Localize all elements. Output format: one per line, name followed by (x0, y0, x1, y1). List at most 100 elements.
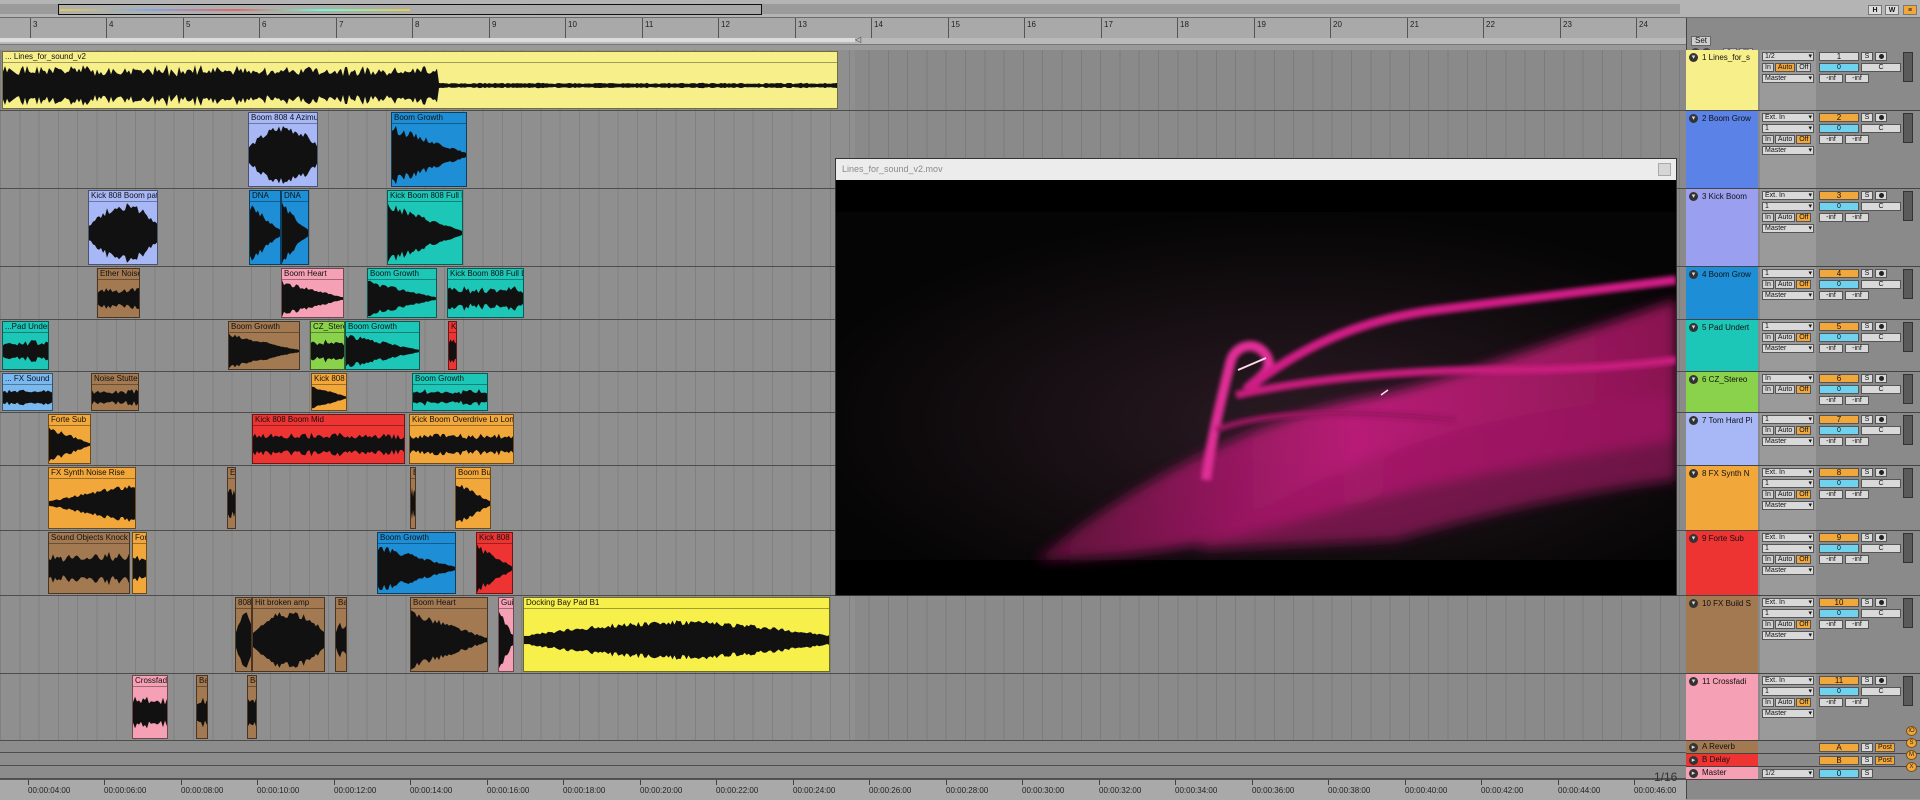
fold-icon[interactable]: ▾ (1689, 53, 1698, 62)
track-activator-button[interactable]: 5 (1819, 322, 1859, 331)
audio-clip[interactable]: Gui (498, 597, 514, 672)
input-type-select[interactable]: 1 (1762, 322, 1814, 331)
audio-clip[interactable]: FX Synth Noise Rise (48, 467, 136, 529)
track-name[interactable]: 6 CZ_Stereo (1702, 374, 1757, 385)
track-header[interactable]: ▾ 4 Boom Grow 1 InAutoOff Master 4S0C -inf-inf (1686, 267, 1920, 320)
send-b-field[interactable]: -inf (1845, 213, 1869, 222)
monitor-in-button[interactable]: In (1762, 280, 1774, 289)
solo-button[interactable]: S (1861, 598, 1873, 607)
beat-time-ruler[interactable]: 3 4 5 6 7 8 9 10 11 12 13 14 15 16 17 18 19 20 21 22 23 24 (0, 18, 1686, 39)
track-activator-button[interactable]: 8 (1819, 468, 1859, 477)
arm-record-button[interactable] (1875, 113, 1887, 122)
fold-icon[interactable]: ▾ (1689, 375, 1698, 384)
track-name[interactable]: 2 Boom Grow (1702, 113, 1757, 124)
audio-clip[interactable]: Ba (335, 597, 347, 672)
send-b-field[interactable]: -inf (1845, 291, 1869, 300)
track-header[interactable]: ▾6 CZ_StereoInInAutoOff6S0C-inf-inf (1686, 372, 1920, 413)
monitor-off-button[interactable]: Off (1796, 333, 1812, 342)
arm-record-button[interactable] (1875, 52, 1887, 61)
monitor-auto-button[interactable]: Auto (1774, 333, 1796, 342)
send-a-field[interactable]: -inf (1819, 291, 1843, 300)
track-activator-button[interactable]: 11 (1819, 676, 1859, 685)
output-select[interactable]: Master (1762, 291, 1814, 300)
video-close-button[interactable] (1658, 163, 1671, 176)
send-a-field[interactable]: -inf (1819, 396, 1843, 405)
fold-icon[interactable]: ▾ (1689, 677, 1698, 686)
fold-icon[interactable]: ▾ (1689, 114, 1698, 123)
master-lane[interactable] (0, 767, 1686, 779)
audio-clip[interactable]: Boom 808 4 Azimut (248, 112, 318, 187)
monitor-auto-button[interactable]: Auto (1774, 63, 1796, 72)
track-color-strip[interactable]: ▾ 3 Kick Boom (1686, 189, 1758, 266)
scroll-indicator-icon[interactable]: X (1906, 762, 1917, 772)
send-a-field[interactable]: -inf (1819, 135, 1843, 144)
solo-button[interactable]: S (1861, 533, 1873, 542)
send-a-field[interactable]: -inf (1819, 437, 1843, 446)
monitor-in-button[interactable]: In (1762, 698, 1774, 707)
output-select[interactable]: Master (1762, 437, 1814, 446)
arm-record-button[interactable] (1875, 598, 1887, 607)
audio-clip[interactable]: Hit broken amp (252, 597, 325, 672)
fold-icon[interactable]: ▾ (1689, 270, 1698, 279)
monitor-auto-button[interactable]: Auto (1774, 490, 1796, 499)
return-lane-b[interactable] (0, 754, 1686, 766)
volume-field[interactable]: 0 (1819, 479, 1859, 488)
audio-clip[interactable]: Kick 808 E (476, 532, 513, 594)
pan-field[interactable]: C (1861, 385, 1901, 394)
track-activator-button[interactable]: 3 (1819, 191, 1859, 200)
volume-field[interactable]: 0 (1819, 280, 1859, 289)
input-type-select[interactable]: 1 (1762, 269, 1814, 278)
track-name[interactable]: 5 Pad Undert (1702, 322, 1757, 333)
input-type-select[interactable]: Ext. In (1762, 468, 1814, 477)
track-color-strip[interactable]: ▾ 1 Lines_for_s (1686, 50, 1758, 110)
audio-clip[interactable]: ...Pad Under (2, 321, 49, 370)
pan-field[interactable]: C (1861, 426, 1901, 435)
audio-clip[interactable]: Docking Bay Pad B1 (523, 597, 830, 672)
audio-clip[interactable]: Boom Growth (367, 268, 437, 318)
send-a-field[interactable]: -inf (1819, 213, 1843, 222)
track-color-strip[interactable]: ▸ Master (1686, 767, 1758, 779)
monitor-in-button[interactable]: In (1762, 333, 1774, 342)
output-select[interactable]: Master (1762, 566, 1814, 575)
audio-clip[interactable]: Boom Growth (391, 112, 467, 187)
track-activator-button[interactable]: 7 (1819, 415, 1859, 424)
track-lane[interactable]: Crossfad Ba Bo (0, 674, 1686, 741)
audio-clip[interactable]: DNA (281, 190, 309, 265)
time-ruler[interactable]: 00:00:04:00 00:00:06:00 00:00:08:00 00:00:1… (0, 779, 1686, 800)
track-name[interactable]: 9 Forte Sub (1702, 533, 1757, 544)
monitor-off-button[interactable]: Off (1796, 280, 1812, 289)
solo-button[interactable]: S (1861, 743, 1873, 752)
output-select[interactable]: Master (1762, 344, 1814, 353)
audio-clip[interactable]: For (132, 532, 147, 594)
audio-clip[interactable]: Boom Heart (410, 597, 488, 672)
track-color-strip[interactable]: ▾ 2 Boom Grow (1686, 111, 1758, 188)
arm-record-button[interactable] (1875, 269, 1887, 278)
send-b-field[interactable]: -inf (1845, 135, 1869, 144)
monitor-auto-button[interactable]: Auto (1774, 620, 1796, 629)
track-name[interactable]: 1 Lines_for_s (1702, 52, 1757, 63)
track-activator-button[interactable]: A (1819, 743, 1859, 752)
monitor-off-button[interactable]: Off (1796, 490, 1812, 499)
monitor-off-button[interactable]: Off (1796, 135, 1812, 144)
return-track-header[interactable]: ▸ B Delay B S Post (1686, 754, 1920, 767)
arm-record-button[interactable] (1875, 374, 1887, 383)
track-lane[interactable]: ... Lines_for_sound_v2 (0, 50, 1686, 111)
send-b-field[interactable]: -inf (1845, 344, 1869, 353)
audio-clip[interactable]: Ki (448, 321, 457, 370)
audio-clip[interactable]: DNA (249, 190, 281, 265)
output-select[interactable]: Master (1762, 501, 1814, 510)
volume-field[interactable]: 0 (1819, 609, 1859, 618)
arm-record-button[interactable] (1875, 191, 1887, 200)
pan-field[interactable]: C (1861, 280, 1901, 289)
audio-clip[interactable]: E (227, 467, 236, 529)
track-header[interactable]: ▾ 5 Pad Undert 1 InAutoOff Master 5S0C -inf-in… (1686, 320, 1920, 372)
audio-clip[interactable]: Boom Growth (412, 373, 488, 411)
send-a-field[interactable]: -inf (1819, 555, 1843, 564)
track-activator-button[interactable]: 2 (1819, 113, 1859, 122)
audio-clip[interactable]: E (410, 467, 416, 529)
arm-record-button[interactable] (1875, 468, 1887, 477)
input-type-select[interactable]: Ext. In (1762, 533, 1814, 542)
monitor-in-button[interactable]: In (1762, 135, 1774, 144)
fold-icon[interactable]: ▾ (1689, 323, 1698, 332)
track-color-strip[interactable]: ▸ A Reverb (1686, 741, 1758, 753)
